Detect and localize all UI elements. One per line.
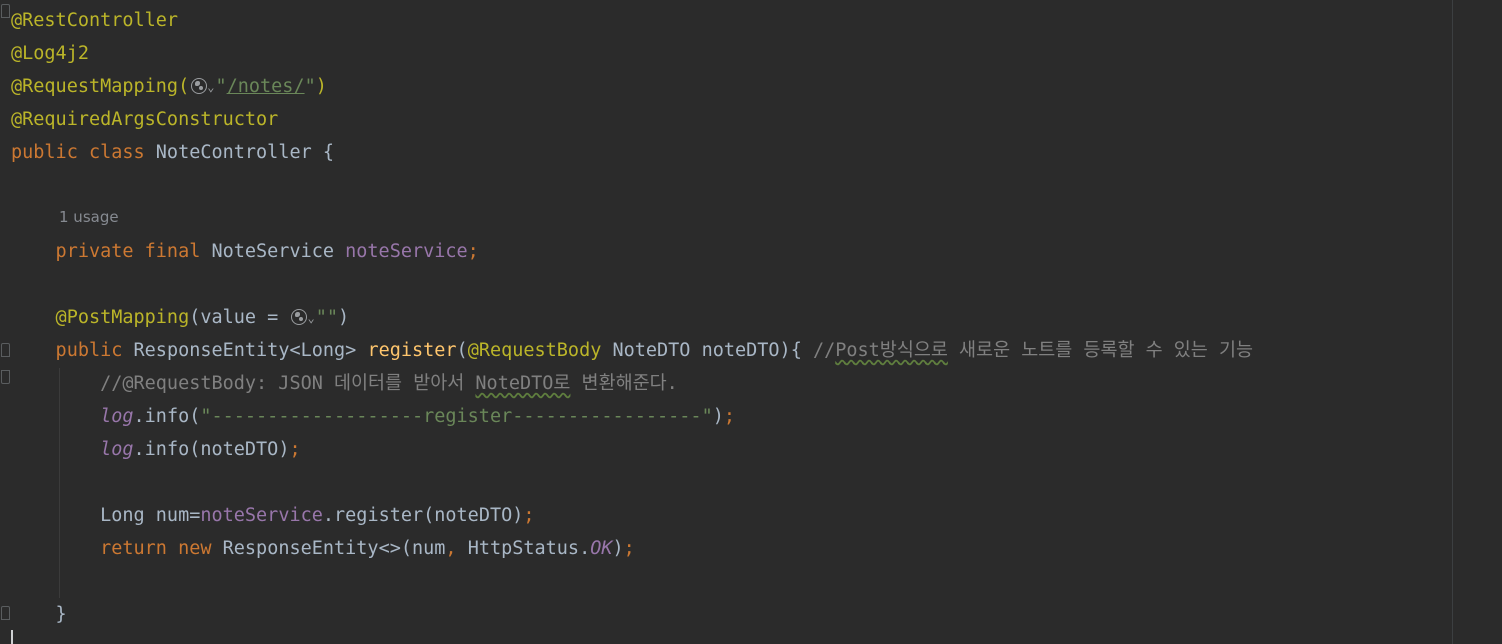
code-token: ""	[315, 307, 338, 328]
code-token: ResponseEntity<Long>	[133, 340, 368, 361]
code-token: }	[11, 604, 67, 625]
code-token: Long num=	[11, 505, 201, 526]
code-token: .info(	[133, 406, 201, 427]
code-token: OK	[590, 538, 613, 559]
code-token: /notes/	[226, 76, 305, 97]
code-token: NoteService	[211, 241, 346, 262]
code-token: ;	[723, 406, 735, 427]
code-token: final	[144, 241, 212, 262]
code-token: NoteDTO로	[475, 373, 571, 394]
code-token: "	[215, 76, 227, 97]
code-token: )	[315, 76, 327, 97]
code-token: @RequiredArgsConstructor	[11, 109, 279, 130]
code-token: )	[337, 307, 350, 328]
code-token: )	[712, 406, 724, 427]
code-token: "-------------------register------------…	[200, 406, 713, 427]
code-token: "	[304, 76, 316, 97]
code-token: //@RequestBody: JSON 데이터를 받아서	[11, 373, 476, 394]
code-token: 새로운 노트를 등록할 수 있는 기능	[947, 340, 1253, 361]
code-line[interactable]: @RestController	[11, 4, 178, 37]
code-line[interactable]: @Log4j2	[11, 37, 89, 70]
code-token: NoteDTO noteDTO){	[612, 340, 813, 361]
chevron-down-icon[interactable]: ⌄	[207, 71, 214, 104]
code-token: //	[812, 340, 836, 361]
code-token: ,	[445, 538, 468, 559]
code-token: new	[178, 538, 223, 559]
code-token: noteService	[200, 505, 323, 526]
code-token: @RestController	[11, 10, 179, 31]
code-line[interactable]: log.info(noteDTO);	[11, 433, 301, 466]
code-line[interactable]: }	[11, 598, 67, 631]
code-line[interactable]: return new ResponseEntity<>(num, HttpSta…	[11, 532, 635, 565]
code-token: @RequestMapping(	[11, 76, 190, 97]
code-token: private	[11, 241, 145, 262]
code-token: ResponseEntity<>(num	[222, 538, 446, 559]
usage-inlay-hint[interactable]: 1 usage	[59, 208, 119, 226]
right-margin-guide	[1452, 0, 1453, 644]
code-token: ;	[289, 439, 301, 460]
globe-icon[interactable]	[291, 309, 308, 325]
code-token: (	[456, 340, 468, 361]
code-line[interactable]: public ResponseEntity<Long> register(@Re…	[11, 334, 1253, 367]
text-caret	[11, 630, 13, 644]
code-token: public	[11, 340, 134, 361]
code-line[interactable]: //@RequestBody: JSON 데이터를 받아서 NoteDTO로 변…	[11, 367, 678, 400]
code-token: ;	[523, 505, 535, 526]
code-token: ;	[623, 538, 635, 559]
code-token: .register(noteDTO)	[322, 505, 524, 526]
code-token: NoteController {	[155, 142, 335, 163]
code-token: class	[88, 142, 156, 163]
code-token: ;	[467, 241, 479, 262]
code-line[interactable]: @RequiredArgsConstructor	[11, 103, 278, 136]
globe-icon[interactable]	[191, 78, 208, 94]
code-token: @Log4j2	[11, 43, 89, 64]
code-token: (value =	[189, 307, 290, 328]
code-line[interactable]: @RequestMapping(⌄"/notes/")	[11, 70, 327, 103]
code-line[interactable]: private final NoteService noteService;	[11, 235, 479, 268]
fold-marker-icon[interactable]	[1, 370, 10, 384]
code-token: log	[100, 406, 134, 427]
code-token: log	[100, 439, 134, 460]
code-token: public	[11, 142, 89, 163]
fold-marker-icon[interactable]	[1, 343, 10, 357]
code-line[interactable]: Long num=noteService.register(noteDTO);	[11, 499, 535, 532]
chevron-down-icon[interactable]: ⌄	[307, 302, 314, 335]
code-line[interactable]: log.info("-------------------register---…	[11, 400, 735, 433]
code-token: )	[612, 538, 624, 559]
code-token: noteService	[345, 241, 468, 262]
fold-marker-icon[interactable]	[1, 4, 10, 18]
code-line[interactable]: public class NoteController {	[11, 136, 334, 169]
code-token: HttpStatus.	[467, 538, 591, 559]
code-token: 변환해준다.	[570, 373, 678, 394]
code-token: @RequestBody	[467, 340, 613, 361]
code-token: @PostMapping	[11, 307, 190, 328]
code-token: .info(noteDTO)	[133, 439, 290, 460]
code-line[interactable]: @PostMapping(value = ⌄"")	[11, 301, 350, 335]
code-token: return	[11, 538, 179, 559]
code-token: register	[367, 340, 457, 361]
code-editor[interactable]: 1 usage @RestController @Log4j2 @RequestMa…	[0, 0, 1502, 644]
fold-marker-icon[interactable]	[1, 606, 10, 620]
code-token: Post방식으로	[835, 340, 948, 361]
